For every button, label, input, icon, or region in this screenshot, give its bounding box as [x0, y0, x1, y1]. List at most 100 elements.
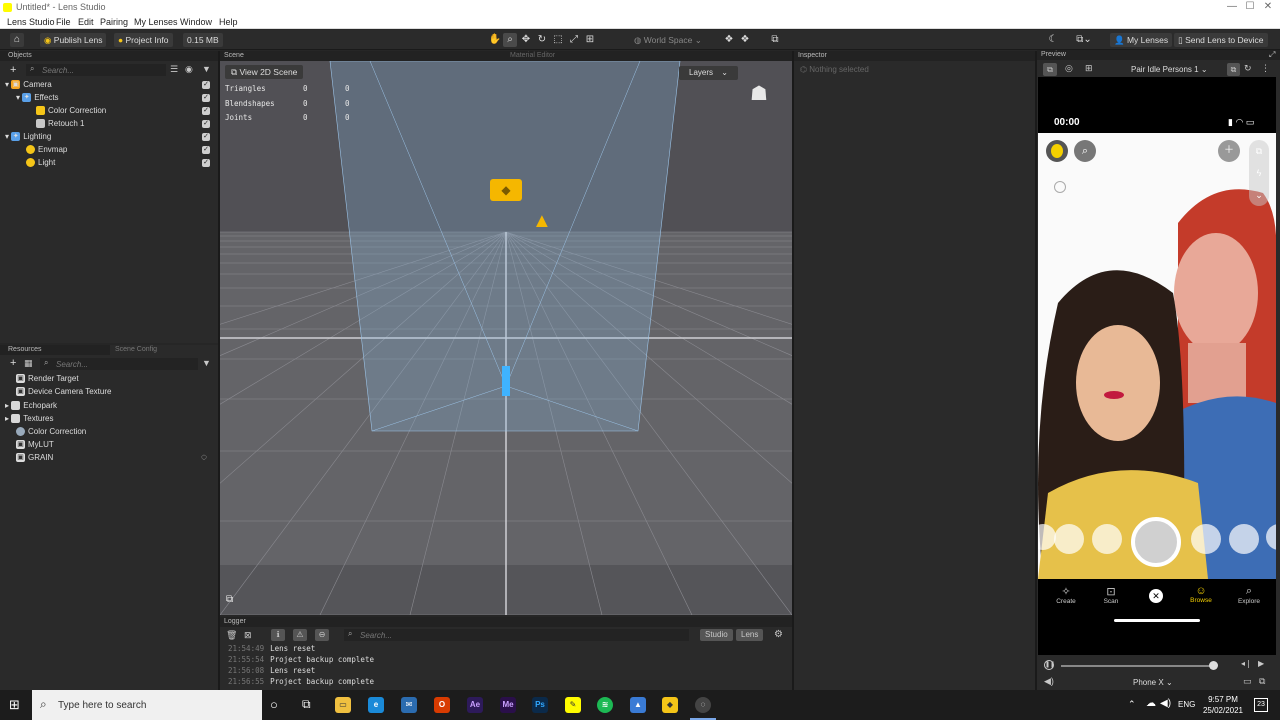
chevron-down-icon[interactable]: ⌄: [1249, 184, 1269, 206]
enable-checkbox[interactable]: ✓: [202, 133, 210, 141]
taskbar-search-input[interactable]: ⌕ Type here to search: [32, 690, 262, 720]
enable-checkbox[interactable]: ✓: [202, 94, 210, 102]
nav-browse[interactable]: ☺ Browse: [1186, 585, 1216, 604]
capture-button[interactable]: [1131, 517, 1181, 567]
screen-transform-icon[interactable]: ⧉: [768, 33, 782, 47]
speaker-icon[interactable]: ◀): [1160, 698, 1171, 709]
after-effects-icon[interactable]: Ae: [467, 697, 483, 713]
resource-item-device-camera-texture[interactable]: ▣ Device Camera Texture: [16, 385, 111, 398]
enable-checkbox[interactable]: ✓: [202, 159, 210, 167]
scene-viewport[interactable]: ◆ ▲ ☗ ⧉ View 2D Scene Layers ⌄ Triangles…: [220, 61, 792, 615]
windows-start-icon[interactable]: ⊞: [9, 698, 23, 712]
language-indicator[interactable]: ENG: [1178, 700, 1195, 709]
playback-slider[interactable]: [1061, 665, 1213, 667]
objects-search-input[interactable]: ⌕ Search...: [26, 64, 166, 76]
pause-preview-icon[interactable]: ⧉: [1227, 63, 1240, 76]
menu-my-lenses[interactable]: My Lenses: [134, 17, 178, 27]
resource-item-color-correction[interactable]: Color Correction: [16, 425, 86, 438]
object-item-envmap[interactable]: Envmap: [26, 143, 67, 156]
screenshot-icon[interactable]: ⧉: [1259, 676, 1265, 687]
maximize-button[interactable]: ☐: [1240, 1, 1260, 12]
resource-item-grain[interactable]: ▣ GRAIN: [16, 451, 53, 464]
close-window-button[interactable]: ✕: [1258, 1, 1278, 12]
project-info-button[interactable]: ● Project Info: [114, 33, 173, 47]
menu-pairing[interactable]: Pairing: [100, 17, 128, 27]
notification-center-icon[interactable]: 23: [1254, 698, 1268, 712]
view-2d-scene-button[interactable]: ⧉ View 2D Scene: [225, 65, 304, 79]
media-encoder-icon[interactable]: Me: [500, 697, 516, 713]
pivot-icon[interactable]: ❖: [722, 33, 736, 47]
bitmoji-avatar-icon[interactable]: [1046, 140, 1068, 162]
flash-icon[interactable]: ϟ: [1249, 162, 1269, 184]
resources-search-input[interactable]: ⌕ Search...: [40, 358, 198, 370]
tab-material-editor[interactable]: Material Editor: [510, 51, 555, 61]
photos-icon[interactable]: ▲: [630, 697, 646, 713]
flip-camera-icon[interactable]: ⧉: [1249, 140, 1269, 162]
reset-preview-icon[interactable]: ↻: [1244, 63, 1252, 74]
studio-filter-button[interactable]: Studio: [700, 629, 733, 641]
object-item-lighting[interactable]: ▾ ✦ Lighting: [5, 130, 51, 143]
menu-lens-studio[interactable]: Lens Studio: [7, 17, 55, 27]
lens-carousel-item[interactable]: [1092, 524, 1122, 554]
nav-explore[interactable]: ⌕ Explore: [1234, 585, 1264, 605]
add-friend-icon[interactable]: ＋: [1218, 140, 1240, 162]
light-gizmo-icon[interactable]: ▲: [532, 209, 552, 233]
mail-icon[interactable]: ✉: [401, 697, 417, 713]
step-back-icon[interactable]: ◂❘: [1241, 659, 1252, 668]
panel-divider[interactable]: [792, 51, 794, 690]
panel-divider[interactable]: [1035, 51, 1037, 690]
tray-chevron-up-icon[interactable]: ⌃: [1128, 699, 1136, 710]
office-icon[interactable]: O: [434, 697, 450, 713]
send-lens-button[interactable]: ▯ Send Lens to Device: [1174, 33, 1268, 47]
home-icon[interactable]: ⌂: [10, 33, 24, 47]
pause-icon[interactable]: ❚❚: [1044, 660, 1055, 670]
hand-tool-icon[interactable]: ✋: [488, 33, 502, 47]
warning-filter-icon[interactable]: ⚠: [293, 629, 307, 641]
layers-dropdown[interactable]: Layers ⌄: [679, 66, 738, 80]
resource-item-mylut[interactable]: ▣ MyLUT: [16, 438, 54, 451]
trash-icon[interactable]: 🗑: [226, 630, 237, 641]
enable-checkbox[interactable]: ✓: [202, 81, 210, 89]
resource-item-render-target[interactable]: ▣ Render Target: [16, 372, 79, 385]
minimize-button[interactable]: —: [1222, 1, 1242, 12]
taskbar-clock[interactable]: 9:57 PM 25/02/2021: [1200, 694, 1246, 716]
nav-create[interactable]: ✧ Create: [1052, 585, 1080, 605]
cortana-icon[interactable]: ○: [270, 697, 278, 712]
move-tool-icon[interactable]: ✥: [519, 33, 533, 47]
logger-search-input[interactable]: ⌕ Search...: [344, 629, 689, 641]
more-options-icon[interactable]: ⋮: [1261, 63, 1270, 74]
snap-icon[interactable]: ❖: [738, 33, 752, 47]
my-lenses-button[interactable]: 👤 My Lenses: [1110, 33, 1173, 47]
search-icon[interactable]: ⌕: [1074, 140, 1096, 162]
tab-scene-config[interactable]: Scene Config: [115, 345, 157, 355]
camera-mode-icon[interactable]: ◎: [1065, 63, 1073, 74]
publish-lens-button[interactable]: ◉ Publish Lens: [40, 33, 107, 47]
playback-slider-handle[interactable]: [1209, 661, 1218, 670]
scale-tool-icon[interactable]: ⬚: [551, 33, 565, 47]
enable-checkbox[interactable]: ✓: [202, 146, 210, 154]
enable-checkbox[interactable]: ✓: [202, 107, 210, 115]
volume-icon[interactable]: ◀): [1044, 676, 1054, 687]
menu-edit[interactable]: Edit: [78, 17, 94, 27]
snap-camera-icon[interactable]: ◆: [662, 697, 678, 713]
info-filter-icon[interactable]: ℹ: [271, 629, 285, 641]
rotate-tool-icon[interactable]: ↻: [535, 33, 549, 47]
enable-checkbox[interactable]: ✓: [202, 120, 210, 128]
file-explorer-icon[interactable]: ▭: [335, 697, 351, 713]
edge-icon[interactable]: e: [368, 697, 384, 713]
task-view-icon[interactable]: ⧉: [302, 697, 311, 712]
error-filter-icon[interactable]: ⊖: [315, 629, 329, 641]
visibility-eye-icon[interactable]: ◉: [185, 64, 193, 75]
phone-preview[interactable]: 00:00 ▮ ◠ ▭ ⌕ ＋ ⧉ ϟ ⌄ ✧ Create ⊡ Scan ✕ ☺ B…: [1038, 77, 1276, 655]
object-item-light[interactable]: Light: [26, 156, 55, 169]
pairing-dropdown-icon[interactable]: ⧉⌄: [1070, 33, 1098, 47]
object-item-color-correction[interactable]: Color Correction: [36, 104, 106, 117]
logger-settings-gear-icon[interactable]: ⚙: [774, 629, 783, 640]
list-view-icon[interactable]: ☰: [170, 64, 178, 75]
panel-divider[interactable]: [218, 51, 220, 690]
preview-mode-icon[interactable]: ⧉: [1043, 63, 1057, 76]
close-lens-icon[interactable]: ✕: [1149, 589, 1163, 603]
zoom-tool-icon[interactable]: ⌕: [503, 33, 517, 47]
nav-scan[interactable]: ⊡ Scan: [1097, 585, 1125, 605]
resources-header[interactable]: Resources: [0, 345, 110, 355]
